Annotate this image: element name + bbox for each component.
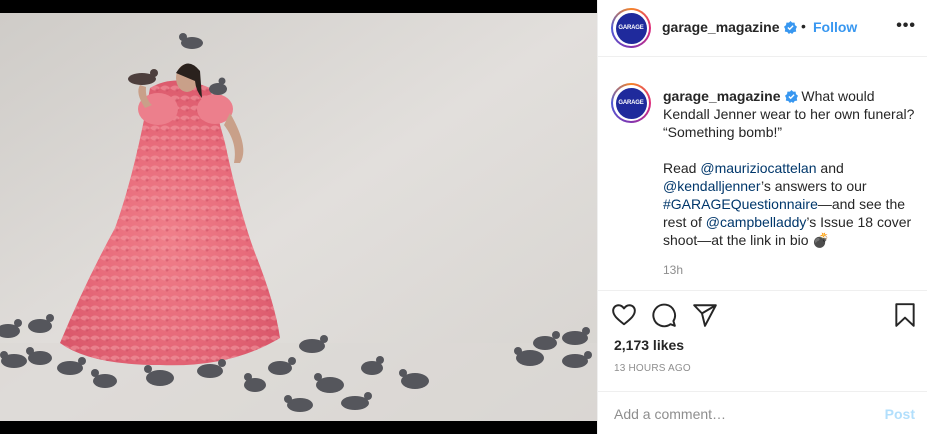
bookmark-icon[interactable] — [892, 302, 918, 328]
comment-icon[interactable] — [651, 302, 677, 328]
verified-badge-icon — [783, 21, 797, 34]
heart-icon[interactable] — [611, 302, 637, 328]
post-panel: GARAGE garage_magazine • Follow ••• GARA… — [597, 0, 927, 434]
caption-avatar-logo: GARAGE — [615, 87, 647, 119]
comment-input[interactable] — [614, 404, 864, 424]
post-photo — [0, 13, 597, 421]
caption-read: Read — [663, 160, 701, 176]
avatar-frame: GARAGE — [613, 10, 649, 46]
caption-area: GARAGE garage_magazine What would Kendal… — [598, 57, 927, 291]
comment-bar: Post — [598, 391, 927, 434]
caption-timestamp[interactable]: 13h — [663, 263, 683, 277]
caption-answers: ’s answers to our — [761, 178, 867, 194]
post-header: GARAGE garage_magazine • Follow ••• — [598, 0, 927, 57]
post-timestamp[interactable]: 13 HOURS AGO — [614, 363, 691, 374]
avatar[interactable]: GARAGE — [611, 8, 651, 48]
caption-and: and — [816, 160, 844, 176]
caption-avatar-frame: GARAGE — [613, 85, 649, 121]
verified-badge-icon — [784, 90, 798, 103]
hashtag-link[interactable]: #GARAGEQuestionnaire — [663, 196, 818, 212]
share-icon[interactable] — [692, 302, 718, 328]
mention-link[interactable]: @mauriziocattelan — [700, 160, 816, 176]
header-username[interactable]: garage_magazine — [662, 19, 780, 35]
mention-link[interactable]: @campbelladdy — [706, 214, 807, 230]
caption-username[interactable]: garage_magazine — [663, 88, 781, 104]
action-bar — [598, 300, 927, 332]
likes-count[interactable]: 2,173 likes — [614, 337, 684, 353]
follow-button[interactable]: Follow — [813, 19, 857, 35]
header-username-wrap: garage_magazine — [662, 19, 797, 35]
mention-link[interactable]: @kendalljenner — [663, 178, 761, 194]
post-caption: garage_magazine What would Kendall Jenne… — [663, 87, 915, 249]
caption-avatar[interactable]: GARAGE — [611, 83, 651, 123]
more-options-button[interactable]: ••• — [896, 17, 916, 35]
separator-dot: • — [801, 18, 806, 34]
post-comment-button[interactable]: Post — [885, 406, 915, 422]
avatar-logo: GARAGE — [615, 12, 647, 44]
post-media[interactable] — [0, 0, 597, 434]
